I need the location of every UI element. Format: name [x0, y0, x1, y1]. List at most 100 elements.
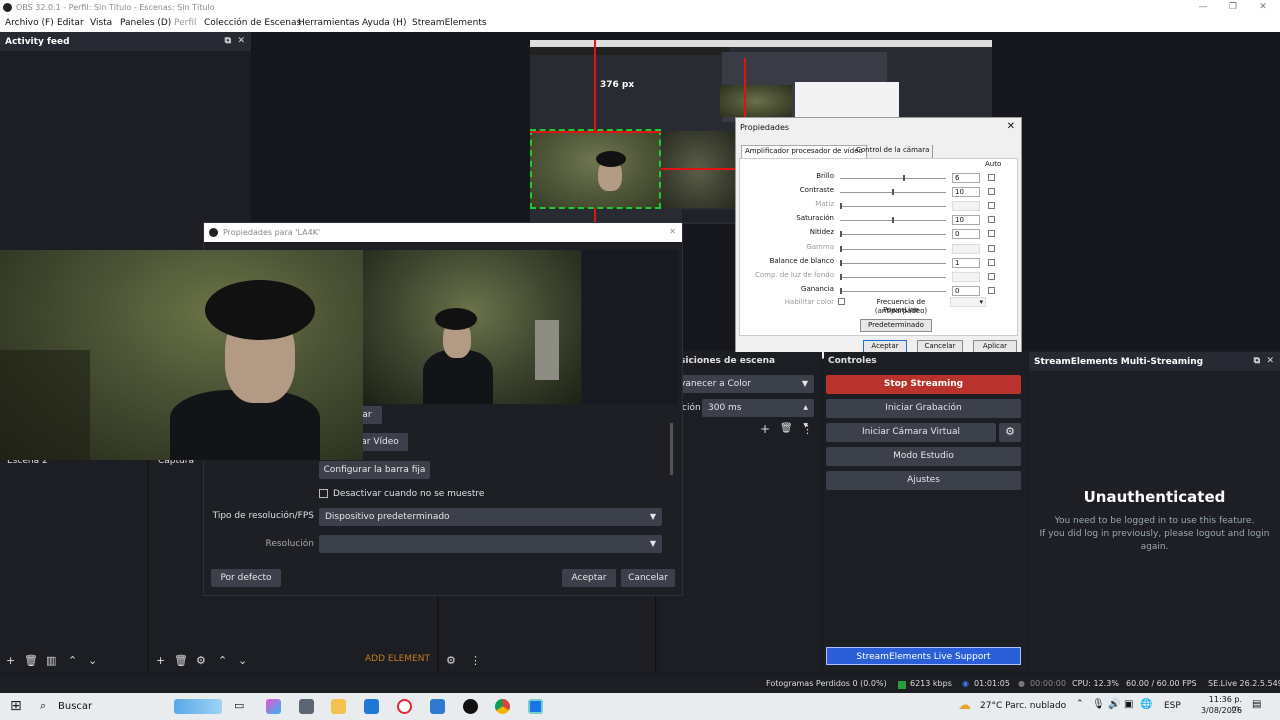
property-value-input[interactable]: 6: [952, 173, 980, 183]
windows-start-icon[interactable]: ⊞: [10, 698, 22, 714]
auto-checkbox[interactable]: [988, 258, 995, 266]
trash-icon[interactable]: 🗑: [780, 423, 793, 434]
property-value-input[interactable]: 0: [952, 285, 980, 296]
add-icon[interactable]: +: [6, 654, 15, 667]
auto-checkbox[interactable]: [988, 286, 995, 294]
property-slider[interactable]: [840, 203, 946, 210]
resolution-select[interactable]: ▼: [319, 535, 662, 553]
live-support-button[interactable]: StreamElements Live Support: [826, 647, 1021, 665]
tab-camera-control[interactable]: Control de la cámara: [853, 145, 934, 158]
copilot-icon[interactable]: [266, 699, 281, 714]
auto-checkbox[interactable]: [988, 216, 995, 224]
scrollbar[interactable]: [670, 423, 673, 475]
property-value-input[interactable]: [952, 271, 980, 282]
settings-button[interactable]: Ajustes: [826, 471, 1021, 490]
menu-archivo[interactable]: Archivo (F): [5, 18, 54, 28]
slider-knob[interactable]: [840, 287, 842, 294]
cancel-button[interactable]: Cancelar: [621, 569, 675, 587]
close-button[interactable]: ✕: [1258, 2, 1268, 12]
minimize-button[interactable]: —: [1198, 2, 1208, 12]
property-slider[interactable]: [840, 175, 946, 181]
more-icon[interactable]: ⋮: [470, 654, 481, 667]
network-icon[interactable]: 🌐: [1140, 699, 1152, 710]
menu-streamelements[interactable]: StreamElements: [412, 18, 487, 28]
property-value-input[interactable]: 10: [952, 187, 980, 198]
habilitar-color-checkbox[interactable]: [838, 298, 845, 305]
search-highlight-icon[interactable]: [174, 699, 222, 714]
obs-icon[interactable]: [463, 699, 478, 714]
property-slider[interactable]: [840, 231, 946, 238]
property-value-input[interactable]: [952, 201, 980, 212]
chevron-up-icon[interactable]: ⌃: [218, 654, 227, 667]
menu-editar[interactable]: Editar: [57, 18, 84, 28]
add-element-button[interactable]: ADD ELEMENT: [365, 654, 430, 664]
slider-knob[interactable]: [892, 189, 894, 196]
mixer-settings-icon[interactable]: ⚙: [446, 654, 456, 667]
menu-ayuda[interactable]: Ayuda (H): [362, 18, 406, 28]
slider-knob[interactable]: [840, 231, 842, 238]
auto-checkbox[interactable]: [988, 174, 995, 181]
camera-app-icon[interactable]: [299, 699, 314, 714]
chevron-up-icon[interactable]: ⌃: [1076, 699, 1084, 709]
selection-box[interactable]: [530, 129, 661, 209]
defaults-button[interactable]: Por defecto: [211, 569, 281, 587]
property-value-input[interactable]: [952, 243, 980, 254]
property-value-input[interactable]: 10: [952, 215, 980, 226]
auto-checkbox[interactable]: [988, 188, 995, 196]
transition-select[interactable]: vanecer a Color ▼: [674, 375, 814, 393]
language[interactable]: ESP: [1164, 701, 1181, 711]
filter-icon[interactable]: ▥: [46, 654, 56, 667]
mic-icon[interactable]: 🎙: [1092, 699, 1105, 710]
chevron-up-icon[interactable]: ⌃: [68, 654, 77, 667]
auto-checkbox[interactable]: [988, 244, 995, 252]
ok-button[interactable]: Aceptar: [562, 569, 616, 587]
volume-icon[interactable]: 🔊: [1108, 699, 1120, 710]
menu-herramientas[interactable]: Herramientas: [298, 18, 359, 28]
slider-knob[interactable]: [903, 175, 906, 181]
property-value-input[interactable]: 1: [952, 257, 980, 268]
res-type-select[interactable]: Dispositivo predeterminado ▼: [319, 508, 662, 526]
auto-checkbox[interactable]: [988, 230, 995, 238]
weather-text[interactable]: 27°C Parc. nublado: [980, 701, 1066, 711]
property-value-input[interactable]: 0: [952, 229, 980, 240]
powerline-select[interactable]: ▾: [950, 297, 986, 307]
slider-knob[interactable]: [840, 203, 842, 210]
taskbar-search[interactable]: Buscar: [58, 701, 92, 712]
mail-icon[interactable]: [430, 699, 445, 714]
menu-paneles[interactable]: Paneles (D): [120, 18, 171, 28]
trash-icon[interactable]: 🗑: [24, 654, 38, 667]
close-icon[interactable]: ✕: [1266, 356, 1274, 366]
toolbar-config-button[interactable]: Configurar la barra fija: [319, 461, 430, 479]
auto-checkbox[interactable]: [988, 272, 995, 280]
slider-knob[interactable]: [840, 245, 842, 252]
opera-icon[interactable]: [397, 699, 412, 714]
menu-coleccion-escenas[interactable]: Colección de Escenas: [204, 18, 301, 28]
menu-vista[interactable]: Vista: [90, 18, 112, 28]
more-icon[interactable]: ⋮: [802, 423, 813, 436]
chevron-down-icon[interactable]: ⌄: [238, 654, 247, 667]
property-slider[interactable]: [840, 259, 946, 266]
gear-icon[interactable]: ⚙: [196, 654, 206, 667]
file-explorer-icon[interactable]: [331, 699, 346, 714]
tab-video-proc-amp[interactable]: Amplificador procesador de vídeo: [741, 145, 867, 158]
dialog-close-button[interactable]: ✕: [669, 227, 676, 236]
deactivate-checkbox[interactable]: [319, 489, 328, 498]
property-slider[interactable]: [840, 273, 946, 280]
property-slider[interactable]: [840, 217, 946, 224]
app-icon[interactable]: [528, 699, 543, 714]
gear-icon[interactable]: ⚙: [999, 423, 1021, 442]
task-view-icon[interactable]: ▭: [234, 699, 244, 712]
add-icon[interactable]: +: [156, 654, 165, 667]
close-icon[interactable]: ✕: [237, 36, 245, 46]
add-icon[interactable]: +: [760, 422, 770, 436]
property-slider[interactable]: [840, 189, 946, 196]
search-icon[interactable]: ⌕: [40, 699, 46, 713]
property-slider[interactable]: [840, 245, 946, 252]
maximize-button[interactable]: ❐: [1228, 2, 1238, 12]
slider-knob[interactable]: [840, 273, 842, 280]
slider-knob[interactable]: [840, 259, 842, 266]
outlook-icon[interactable]: [364, 699, 379, 714]
slider-knob[interactable]: [892, 217, 894, 224]
stop-streaming-button[interactable]: Stop Streaming: [826, 375, 1021, 394]
float-icon[interactable]: ⧉: [225, 36, 231, 46]
